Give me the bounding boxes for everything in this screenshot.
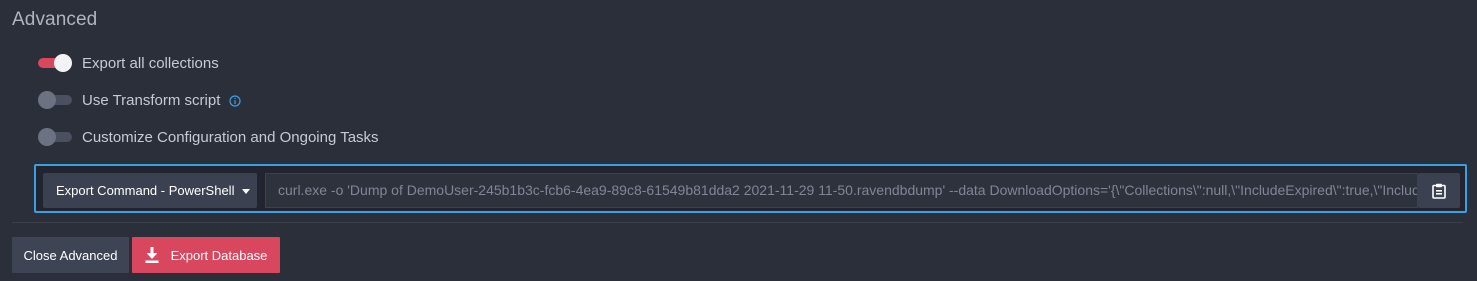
- export-command-field[interactable]: curl.exe -o 'Dump of DemoUser-245b1b3c-f…: [265, 173, 1418, 208]
- export-database-label: Export Database: [170, 247, 268, 263]
- toggle-knob: [38, 128, 56, 146]
- copy-command-button[interactable]: [1418, 173, 1460, 208]
- use-transform-script-toggle[interactable]: [38, 89, 72, 111]
- close-advanced-button[interactable]: Close Advanced: [12, 237, 129, 273]
- export-all-collections-toggle[interactable]: [38, 52, 72, 74]
- export-all-collections-label: Export all collections: [82, 54, 219, 72]
- toggle-knob: [38, 91, 56, 109]
- use-transform-script-label: Use Transform script: [82, 91, 221, 109]
- customize-configuration-label: Customize Configuration and Ongoing Task…: [82, 128, 379, 146]
- toggle-row-use-transform-script[interactable]: Use Transform script: [38, 89, 241, 111]
- customize-configuration-toggle[interactable]: [38, 126, 72, 148]
- export-database-button[interactable]: Export Database: [132, 237, 280, 273]
- toggle-row-customize-configuration[interactable]: Customize Configuration and Ongoing Task…: [38, 126, 379, 148]
- export-command-dropdown-label: Export Command - PowerShell: [56, 183, 235, 198]
- caret-down-icon: [242, 189, 251, 194]
- close-advanced-label: Close Advanced: [23, 247, 118, 263]
- toggle-row-export-all-collections[interactable]: Export all collections: [38, 52, 219, 74]
- info-icon[interactable]: [229, 94, 241, 107]
- toggle-knob: [54, 54, 72, 72]
- download-icon: [145, 247, 159, 263]
- export-command-dropdown[interactable]: Export Command - PowerShell: [43, 173, 257, 208]
- section-title: Advanced: [12, 9, 98, 30]
- export-command-panel: Export Command - PowerShell curl.exe -o …: [34, 164, 1467, 213]
- divider: [12, 222, 1463, 223]
- clipboard-icon: [1432, 183, 1446, 199]
